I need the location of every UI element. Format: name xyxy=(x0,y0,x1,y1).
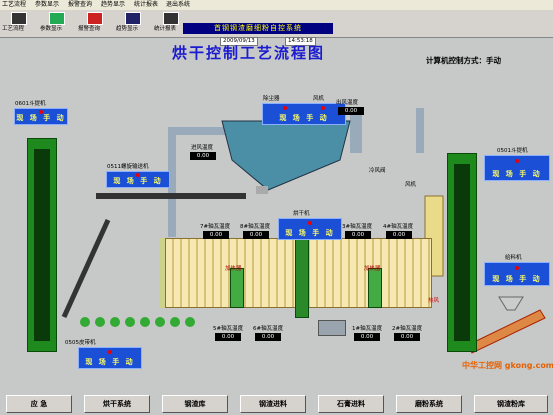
bearing-6-label: 6#轴瓦温度 xyxy=(253,326,284,332)
feeder-cone xyxy=(498,296,524,311)
inclined-conveyor xyxy=(61,218,111,319)
panel-status: 现 场 手 动 xyxy=(16,114,66,122)
panel-feeder[interactable]: 给料机 现 场 手 动 xyxy=(484,255,550,286)
panel-status: 现 场 手 动 xyxy=(285,229,335,237)
bearing-8-label: 8#轴瓦温度 xyxy=(240,224,271,230)
bearing-7-label: 7#轴瓦温度 xyxy=(200,224,231,230)
bearing-3-label: 3#轴瓦温度 xyxy=(342,224,373,230)
bearing-1-value: 0.00 xyxy=(354,333,380,341)
panel-screw-0511[interactable]: 0511螺旋输送机 现 场 手 动 xyxy=(106,164,170,188)
bearing-7-value: 0.00 xyxy=(203,231,229,239)
panel-status: 现 场 手 动 xyxy=(279,114,329,122)
nav-grinding-system-button[interactable]: 磨粉系统 xyxy=(396,395,462,413)
belt-rollers xyxy=(80,317,195,327)
outlet-air-temp-label: 出风温度 xyxy=(336,100,359,106)
bearing-4-label: 4#轴瓦温度 xyxy=(383,224,414,230)
panel-title: 0501斗提机 xyxy=(497,148,528,154)
dust-collector-hopper xyxy=(221,120,351,191)
status-led xyxy=(515,159,519,163)
status-led xyxy=(515,266,519,270)
drum-gear-ring xyxy=(295,228,309,318)
nav-emergency-button[interactable]: 应 急 xyxy=(6,395,72,413)
bearing-8-value: 0.00 xyxy=(243,231,269,239)
panel-title: 烘干机 xyxy=(293,211,310,217)
panel-elevator-0501[interactable]: 0501斗提机 现 场 手 动 xyxy=(484,148,550,181)
top-duct xyxy=(168,127,228,135)
inlet-air-temp-value: 0.00 xyxy=(190,152,216,160)
panel-title: 0505皮带机 xyxy=(65,340,96,346)
bearing-6-value: 0.00 xyxy=(255,333,281,341)
panel-title-fan: 风机 xyxy=(313,96,325,102)
bearing-3-value: 0.00 xyxy=(345,231,371,239)
drum-support-right xyxy=(368,268,382,308)
status-led xyxy=(321,106,325,110)
status-led xyxy=(308,221,312,225)
outlet-air-temp-value: 0.00 xyxy=(338,107,364,115)
fan-duct xyxy=(350,113,362,153)
cold-air-valve-label: 冷风阀 xyxy=(369,168,386,174)
inlet-air-temp-label: 进风温度 xyxy=(191,145,214,151)
nav-drying-system-button[interactable]: 烘干系统 xyxy=(84,395,150,413)
status-led xyxy=(108,350,112,354)
elevator-0501[interactable] xyxy=(447,153,477,352)
elevator-0601-chain xyxy=(34,149,50,341)
bearing-5-value: 0.00 xyxy=(215,333,241,341)
elevator-0501-chain xyxy=(454,164,470,341)
panel-status: 现 场 手 动 xyxy=(492,170,542,178)
bearing-5-label: 5#轴瓦温度 xyxy=(213,326,244,332)
panel-title: 0601斗提机 xyxy=(15,101,46,107)
panel-dust-collector[interactable]: 除尘器 风机 现 场 手 动 xyxy=(262,96,346,125)
bearing-1-label: 1#轴瓦温度 xyxy=(352,326,383,332)
bearing-4-value: 0.00 xyxy=(386,231,412,239)
bearing-2-value: 0.00 xyxy=(394,333,420,341)
panel-title: 0511螺旋输送机 xyxy=(107,164,149,170)
nav-slag-silo-button[interactable]: 钢渣库 xyxy=(162,395,228,413)
panel-title: 给料机 xyxy=(505,255,522,261)
panel-title: 除尘器 xyxy=(263,96,280,102)
drum-support-left xyxy=(230,268,244,308)
nav-gypsum-feed-button[interactable]: 石膏进料 xyxy=(318,395,384,413)
drive-motor[interactable] xyxy=(318,320,346,336)
discharge-slope xyxy=(467,309,546,354)
panel-status: 现 场 手 动 xyxy=(113,177,163,185)
hot-air-label: 热风 xyxy=(428,298,440,304)
nav-slag-powder-silo-button[interactable]: 钢渣粉库 xyxy=(474,395,548,413)
dust-collector-cap xyxy=(256,186,268,194)
panel-dryer[interactable]: 烘干机 现 场 手 动 xyxy=(278,211,342,240)
panel-status: 现 场 手 动 xyxy=(85,358,135,366)
panel-belt-0505[interactable]: 0505皮带机 现 场 手 动 xyxy=(65,340,142,369)
watermark: 中华工控网 gkong.com xyxy=(462,361,553,370)
status-led xyxy=(283,106,287,110)
elevator-0601[interactable] xyxy=(27,138,57,352)
heater-left-label: 加热器 xyxy=(225,266,242,272)
nav-slag-feed-button[interactable]: 钢渣进料 xyxy=(240,395,306,413)
panel-elevator-0601[interactable]: 0601斗提机 现 场 手 动 xyxy=(14,101,68,125)
fan-label: 风机 xyxy=(405,182,417,188)
bearing-2-label: 2#轴瓦温度 xyxy=(392,326,423,332)
outlet-duct xyxy=(416,108,424,153)
panel-status: 现 场 手 动 xyxy=(492,275,542,283)
heater-right-label: 加热器 xyxy=(364,266,381,272)
